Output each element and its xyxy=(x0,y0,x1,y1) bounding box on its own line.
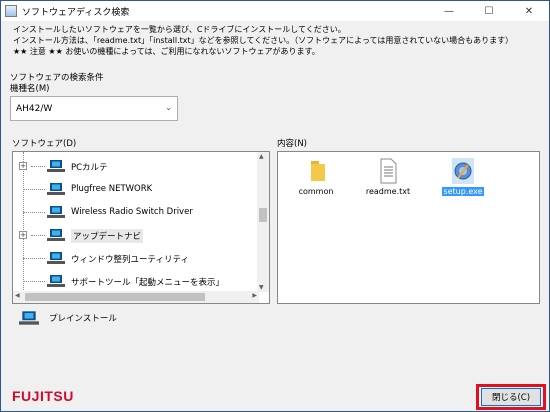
computer-icon xyxy=(47,275,65,287)
file-name: setup.exe xyxy=(442,187,484,196)
setup-icon xyxy=(452,158,474,184)
software-disk-search-window: ソフトウェアディスク検索 — ☐ ✕ インストールしたいソフトウェアを一覧から選… xyxy=(0,0,550,412)
expand-icon[interactable]: + xyxy=(19,162,27,170)
file-item-common[interactable]: common xyxy=(288,158,344,197)
scroll-up-arrow-icon[interactable]: ▲ xyxy=(259,153,264,160)
scroll-thumb[interactable] xyxy=(259,208,267,222)
contents-label: 内容(N) xyxy=(277,139,307,149)
tree-connector xyxy=(23,189,45,190)
scroll-left-arrow-icon[interactable]: ◀ xyxy=(15,292,20,299)
model-name-label: 機種名(M) xyxy=(10,84,50,94)
chevron-down-icon: ⌄ xyxy=(165,103,172,112)
app-icon xyxy=(5,5,17,17)
contents-panel[interactable]: common readme.txt setup.exe xyxy=(277,151,540,304)
folder-icon xyxy=(311,161,325,181)
tree-item-window-arrange[interactable]: ウィンドウ整列ユーティリティ xyxy=(13,248,259,268)
instruction-line: インストール方法は、「readme.txt」「install.txt」などを参照… xyxy=(13,36,514,45)
tree-connector xyxy=(31,235,45,236)
window-title: ソフトウェアディスク検索 xyxy=(22,7,130,18)
instruction-line: インストールしたいソフトウェアを一覧から選び、Cドライブにインストールしてくださ… xyxy=(13,25,346,34)
text-file-icon xyxy=(380,158,397,184)
tree-item-label: PCカルテ xyxy=(71,163,108,173)
close-window-button[interactable]: ✕ xyxy=(509,1,549,21)
warning-line: ★★ 注意 ★★ お使いの機種によっては、ご利用になれないソフトウェアがあります… xyxy=(13,47,320,56)
tree-connector xyxy=(23,258,45,259)
computer-icon xyxy=(47,206,65,218)
minimize-button[interactable]: — xyxy=(429,1,469,21)
scroll-down-arrow-icon[interactable]: ▼ xyxy=(259,284,264,291)
tree-item-wireless-radio-switch[interactable]: Wireless Radio Switch Driver xyxy=(13,202,259,222)
tree-connector xyxy=(31,166,45,167)
file-name: readme.txt xyxy=(365,187,411,196)
scroll-thumb[interactable] xyxy=(25,293,205,301)
tree-item-plugfree-network[interactable]: Plugfree NETWORK xyxy=(13,179,259,199)
tree-item-label: サポートツール「起動メニューを表示」 xyxy=(71,278,225,288)
preinstall-legend: プレインストール xyxy=(19,311,117,325)
file-item-setup[interactable]: setup.exe xyxy=(435,158,491,197)
computer-icon xyxy=(47,160,65,172)
tree-connector xyxy=(23,212,45,213)
computer-icon xyxy=(47,183,65,195)
computer-icon xyxy=(47,229,65,241)
preinstall-label: プレインストール xyxy=(49,314,117,324)
close-button[interactable]: 閉じる(C) xyxy=(481,388,541,406)
tree-item-label: ウィンドウ整列ユーティリティ xyxy=(71,255,189,265)
tree-item-support-tool[interactable]: サポートツール「起動メニューを表示」 xyxy=(13,271,259,291)
tree-item-pc-karte[interactable]: + PCカルテ xyxy=(13,156,259,176)
software-list-label: ソフトウェア(D) xyxy=(12,139,77,149)
title-bar: ソフトウェアディスク検索 — ☐ ✕ xyxy=(1,1,549,21)
fujitsu-logo: FUJITSU xyxy=(12,388,74,404)
file-name: common xyxy=(298,187,334,196)
maximize-button[interactable]: ☐ xyxy=(469,1,509,21)
tree-item-label: アップデートナビ xyxy=(71,229,144,243)
tree-vertical-scrollbar[interactable]: ▲ ▼ xyxy=(257,152,269,292)
tree-item-label: Wireless Radio Switch Driver xyxy=(71,207,193,217)
tree-item-update-navi[interactable]: + アップデートナビ xyxy=(13,225,259,245)
computer-icon xyxy=(47,252,65,264)
tree-item-label: Plugfree NETWORK xyxy=(71,184,153,194)
model-name-select[interactable]: AH42/W ⌄ xyxy=(10,96,178,121)
file-item-readme[interactable]: readme.txt xyxy=(360,158,416,197)
computer-icon xyxy=(19,311,39,325)
model-name-value: AH42/W xyxy=(16,103,53,114)
software-tree[interactable]: + PCカルテ Plugfree NETWORK Wireless Radio … xyxy=(12,151,270,304)
instructions: インストールしたいソフトウェアを一覧から選び、Cドライブにインストールしてくださ… xyxy=(13,24,513,57)
tree-horizontal-scrollbar[interactable]: ◀ ▶ xyxy=(13,291,259,303)
scroll-right-arrow-icon[interactable]: ▶ xyxy=(252,292,257,299)
expand-icon[interactable]: + xyxy=(19,231,27,239)
tree-connector xyxy=(23,281,45,282)
